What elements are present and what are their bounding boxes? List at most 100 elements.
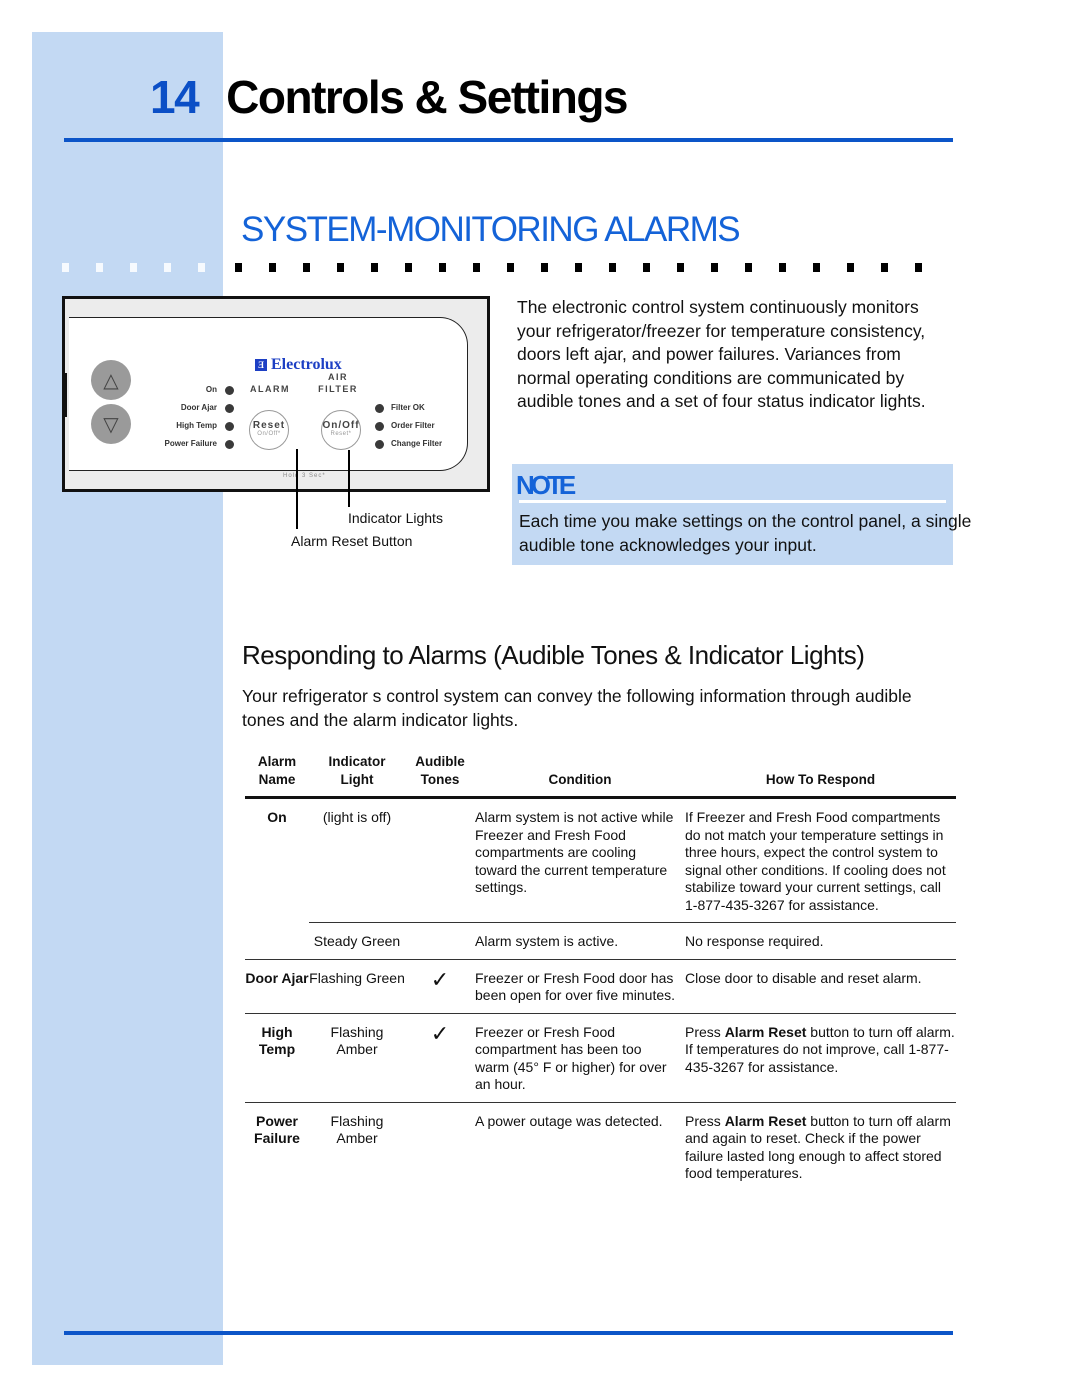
divider-dot — [473, 263, 480, 272]
divider-dot — [609, 263, 616, 272]
table-row: High Temp Flashing Amber ✓ Freezer or Fresh… — [245, 1014, 956, 1103]
header-indicator-light: Indicator Light — [328, 754, 386, 787]
reset-button-label: Reset — [252, 420, 286, 431]
led-label-on: On — [205, 385, 217, 394]
led-high-temp — [225, 422, 234, 431]
alarm-name — [245, 923, 309, 959]
audible-tone-cell — [405, 1103, 475, 1191]
checkmark-icon: ✓ — [430, 966, 450, 992]
onoff-button-label: On/Off — [322, 420, 360, 431]
divider-dot — [62, 263, 69, 272]
divider-dot — [643, 263, 650, 272]
led-label-change-filter: Change Filter — [391, 439, 443, 448]
divider-dot — [405, 263, 412, 272]
condition: Alarm system is active. — [475, 933, 619, 949]
divider-dot — [303, 263, 310, 272]
note-body: Each time you make settings on the contr… — [519, 511, 972, 555]
bottom-rule — [64, 1331, 953, 1335]
chapter-heading: 14 Controls & Settings — [150, 70, 629, 124]
air-filter-label-2: FILTER — [318, 384, 358, 394]
temperature-down-button[interactable]: ▽ — [91, 404, 131, 444]
divider-dot — [130, 263, 137, 272]
led-label-order-filter: Order Filter — [391, 421, 435, 430]
divider-dot — [96, 263, 103, 272]
plus-triangle-icon: △ — [103, 369, 119, 392]
note-box: NOTE Each time you make settings on the … — [512, 464, 971, 565]
checkmark-icon: ✓ — [430, 1020, 450, 1046]
chapter-number: 14 — [150, 71, 200, 123]
indicator-light: Flashing Amber — [330, 1023, 384, 1058]
responding-heading: Responding to Alarms (Audible Tones & In… — [242, 640, 865, 670]
header-condition: Condition — [548, 771, 612, 787]
indicator-light: Flashing Amber — [330, 1112, 384, 1147]
divider-dot — [541, 263, 548, 272]
brand-name: Electrolux — [271, 356, 342, 373]
divider-dot — [371, 263, 378, 272]
alarm-reset-callout: Alarm Reset Button — [291, 533, 413, 549]
table-row: On (light is off) Alarm system is not acti… — [245, 798, 956, 923]
alarm-name: On — [267, 809, 287, 825]
how-to-respond: Close door to disable and reset alarm. — [685, 969, 922, 986]
alarm-name: High Temp — [258, 1023, 296, 1058]
led-door-ajar — [225, 404, 234, 413]
led-on — [225, 386, 234, 395]
condition: Freezer or Fresh Food door has been open… — [475, 969, 676, 1004]
alarm-reset-emphasis: Alarm Reset — [724, 1112, 807, 1129]
how-to-respond: No response required. — [685, 933, 824, 949]
temperature-up-button[interactable]: △ — [91, 360, 131, 400]
note-heading: NOTE — [516, 470, 576, 500]
alarm-reset-callout-line — [296, 449, 298, 529]
alarm-name: Door Ajar — [245, 969, 309, 986]
indicator-lights-callout: Indicator Lights — [348, 510, 443, 526]
divider-dot — [235, 263, 242, 272]
panel-notch — [62, 373, 67, 417]
hold-note: Hold 3 Sec* — [283, 473, 326, 479]
led-change-filter — [375, 440, 384, 449]
condition: Freezer or Fresh Food compartment has be… — [475, 1023, 667, 1093]
indicator-light: Flashing Green — [309, 969, 405, 986]
alarm-reset-button[interactable]: Reset On/Off* — [249, 410, 289, 450]
condition: A power outage was detected. — [475, 1112, 663, 1129]
indicator-lights-callout-line — [348, 450, 350, 507]
dotted-divider — [62, 263, 949, 272]
chapter-title: Controls & Settings — [226, 71, 628, 123]
air-filter-onoff-button[interactable]: On/Off Reset* — [321, 410, 361, 450]
audible-tone-cell — [405, 923, 475, 959]
divider-dot — [813, 263, 820, 272]
divider-dot — [881, 263, 888, 272]
led-power-failure — [225, 440, 234, 449]
header-audible-tones: Audible Tones — [415, 754, 465, 787]
audible-tone-cell — [405, 798, 475, 923]
header-alarm-name: Alarm Name — [257, 754, 297, 787]
onoff-button-sublabel: Reset* — [330, 431, 352, 437]
page-sidebar-band — [32, 32, 223, 1365]
table-header-row: Alarm Name Indicator Light Audible Tones Co… — [245, 753, 956, 798]
table-row: Steady Green Alarm system is active. No re… — [245, 923, 956, 959]
divider-dot — [779, 263, 786, 272]
divider-dot — [847, 263, 854, 272]
responding-paragraph: Your refrigerator s control system can c… — [242, 686, 912, 730]
reset-button-sublabel: On/Off* — [257, 431, 281, 437]
divider-dot — [439, 263, 446, 272]
control-panel-illustration: Ǝ Electrolux △ ▽ On Door Ajar High Temp P… — [62, 296, 490, 492]
led-label-door-ajar: Door Ajar — [180, 403, 217, 412]
led-label-high-temp: High Temp — [176, 421, 217, 430]
divider-dot — [269, 263, 276, 272]
top-rule — [64, 138, 953, 142]
divider-dot — [915, 263, 922, 272]
led-label-filter-ok: Filter OK — [391, 403, 425, 412]
divider-dot — [575, 263, 582, 272]
note-rule — [519, 500, 946, 503]
alarm-reset-emphasis: Alarm Reset — [724, 1023, 807, 1040]
header-how-to-respond: How To Respond — [765, 771, 876, 787]
how-to-respond: Press Alarm Reset button to turn off ala… — [685, 1112, 951, 1182]
condition: Alarm system is not active while Freezer… — [475, 809, 674, 895]
how-to-respond: If Freezer and Fresh Food compartments d… — [685, 809, 946, 913]
divider-dot — [164, 263, 171, 272]
indicator-light: Steady Green — [313, 933, 401, 949]
divider-dot — [677, 263, 684, 272]
table-row: Power Failure Flashing Amber A power outag… — [245, 1103, 956, 1191]
indicator-light: (light is off) — [322, 809, 392, 825]
table-row: Door Ajar Flashing Green ✓ Freezer or Fresh… — [245, 960, 956, 1014]
section-title: SYSTEM-MONITORING ALARMS — [241, 210, 741, 249]
